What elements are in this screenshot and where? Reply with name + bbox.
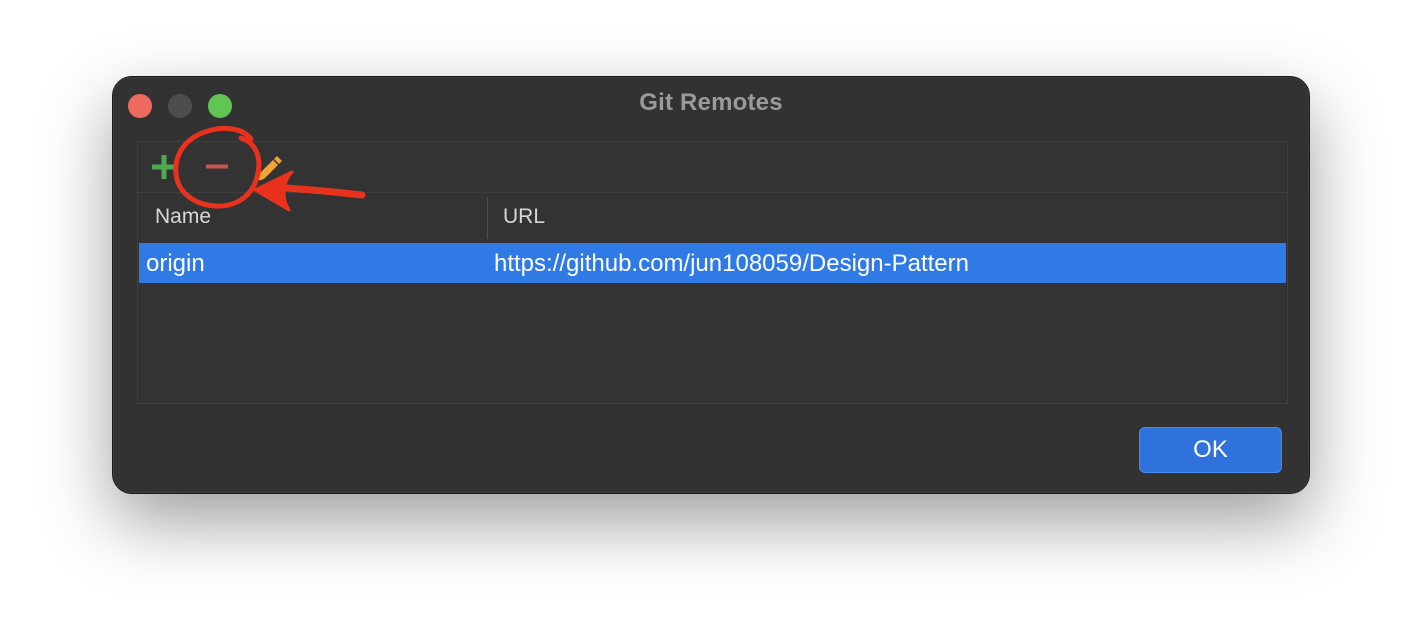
table-header: Name URL	[138, 193, 1287, 241]
remotes-panel: Name URL origin https://github.com/jun10…	[137, 141, 1288, 404]
remote-url-cell: https://github.com/jun108059/Design-Patt…	[494, 250, 969, 277]
git-remotes-dialog: Git Remotes Name URL origin https://gith…	[112, 76, 1310, 494]
table-row[interactable]: origin https://github.com/jun108059/Desi…	[139, 243, 1286, 283]
plus-icon	[152, 155, 176, 179]
dialog-title: Git Remotes	[639, 89, 783, 116]
screenshot-stage: Git Remotes Name URL origin https://gith…	[0, 0, 1424, 644]
column-header-name[interactable]: Name	[155, 205, 211, 229]
add-remote-button[interactable]	[149, 152, 179, 182]
ok-button[interactable]: OK	[1139, 427, 1282, 473]
remotes-toolbar	[138, 142, 1287, 193]
column-header-url[interactable]: URL	[503, 205, 545, 229]
remote-name-cell: origin	[146, 250, 205, 277]
minus-icon	[206, 164, 228, 169]
edit-remote-button[interactable]	[253, 152, 283, 182]
column-divider[interactable]	[487, 197, 488, 239]
pencil-icon	[257, 156, 282, 181]
remove-remote-button[interactable]	[202, 152, 232, 182]
